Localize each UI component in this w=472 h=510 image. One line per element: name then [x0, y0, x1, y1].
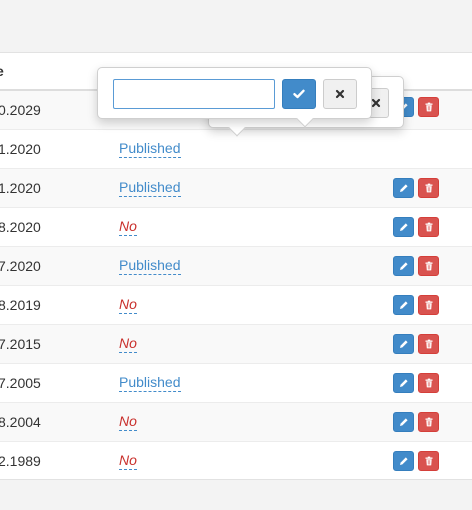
- inline-edit-popover: [97, 67, 372, 128]
- date-column-header: e: [0, 63, 4, 79]
- date-cell: 0.2029: [0, 102, 41, 118]
- times-icon: [335, 89, 345, 99]
- pencil-icon: [399, 301, 408, 309]
- status-editable-link[interactable]: Published: [119, 179, 181, 197]
- pencil-icon: [399, 262, 408, 270]
- delete-button[interactable]: [418, 334, 439, 354]
- date-cell: 1.2020: [0, 141, 41, 157]
- times-icon: [371, 98, 381, 108]
- delete-button[interactable]: [418, 451, 439, 471]
- pencil-icon: [399, 457, 408, 465]
- status-editable-link[interactable]: No: [119, 413, 137, 431]
- edit-button[interactable]: [393, 217, 414, 237]
- table-row: 1.2020 Published: [0, 169, 472, 208]
- inline-edit-input[interactable]: [113, 79, 275, 109]
- edit-button[interactable]: [393, 373, 414, 393]
- edit-button[interactable]: [393, 334, 414, 354]
- date-cell: 7.2015: [0, 336, 41, 352]
- check-icon: [293, 89, 305, 99]
- status-editable-link[interactable]: No: [119, 452, 137, 470]
- date-cell: 1.2020: [0, 180, 41, 196]
- date-cell: 7.2005: [0, 375, 41, 391]
- confirm-button[interactable]: [282, 79, 316, 109]
- delete-button[interactable]: [418, 178, 439, 198]
- status-editable-link[interactable]: No: [119, 218, 137, 236]
- cancel-button[interactable]: [323, 79, 357, 109]
- table-row: 7.2005 Published: [0, 364, 472, 403]
- edit-button[interactable]: [393, 256, 414, 276]
- date-cell: 2.1989: [0, 453, 41, 469]
- delete-button[interactable]: [418, 217, 439, 237]
- status-editable-link[interactable]: Published: [119, 257, 181, 275]
- date-cell: 7.2020: [0, 258, 41, 274]
- edit-button[interactable]: [393, 451, 414, 471]
- edit-button[interactable]: [393, 412, 414, 432]
- table-row: 8.2020 No: [0, 208, 472, 247]
- delete-button[interactable]: [418, 373, 439, 393]
- trash-icon: [425, 300, 432, 310]
- delete-button[interactable]: [418, 97, 439, 117]
- table-row: 8.2004 No: [0, 403, 472, 442]
- trash-icon: [425, 261, 432, 271]
- status-editable-link[interactable]: No: [119, 335, 137, 353]
- pencil-icon: [399, 379, 408, 387]
- date-cell: 8.2019: [0, 297, 41, 313]
- trash-icon: [425, 102, 432, 112]
- trash-icon: [425, 378, 432, 388]
- table-row: 7.2020 Published: [0, 247, 472, 286]
- date-cell: 8.2004: [0, 414, 41, 430]
- trash-icon: [425, 456, 432, 466]
- delete-button[interactable]: [418, 412, 439, 432]
- pencil-icon: [399, 340, 408, 348]
- edit-button[interactable]: [393, 295, 414, 315]
- pencil-icon: [399, 223, 408, 231]
- trash-icon: [425, 183, 432, 193]
- pencil-icon: [399, 184, 408, 192]
- delete-button[interactable]: [418, 295, 439, 315]
- status-editable-link[interactable]: No: [119, 296, 137, 314]
- date-cell: 8.2020: [0, 219, 41, 235]
- trash-icon: [425, 339, 432, 349]
- table-row: 7.2015 No: [0, 325, 472, 364]
- trash-icon: [425, 417, 432, 427]
- trash-icon: [425, 222, 432, 232]
- delete-button[interactable]: [418, 256, 439, 276]
- status-editable-link[interactable]: Published: [119, 140, 181, 158]
- table-row: 2.1989 No: [0, 442, 472, 481]
- status-editable-link[interactable]: Published: [119, 374, 181, 392]
- table-row: 8.2019 No: [0, 286, 472, 325]
- pencil-icon: [399, 418, 408, 426]
- edit-button[interactable]: [393, 178, 414, 198]
